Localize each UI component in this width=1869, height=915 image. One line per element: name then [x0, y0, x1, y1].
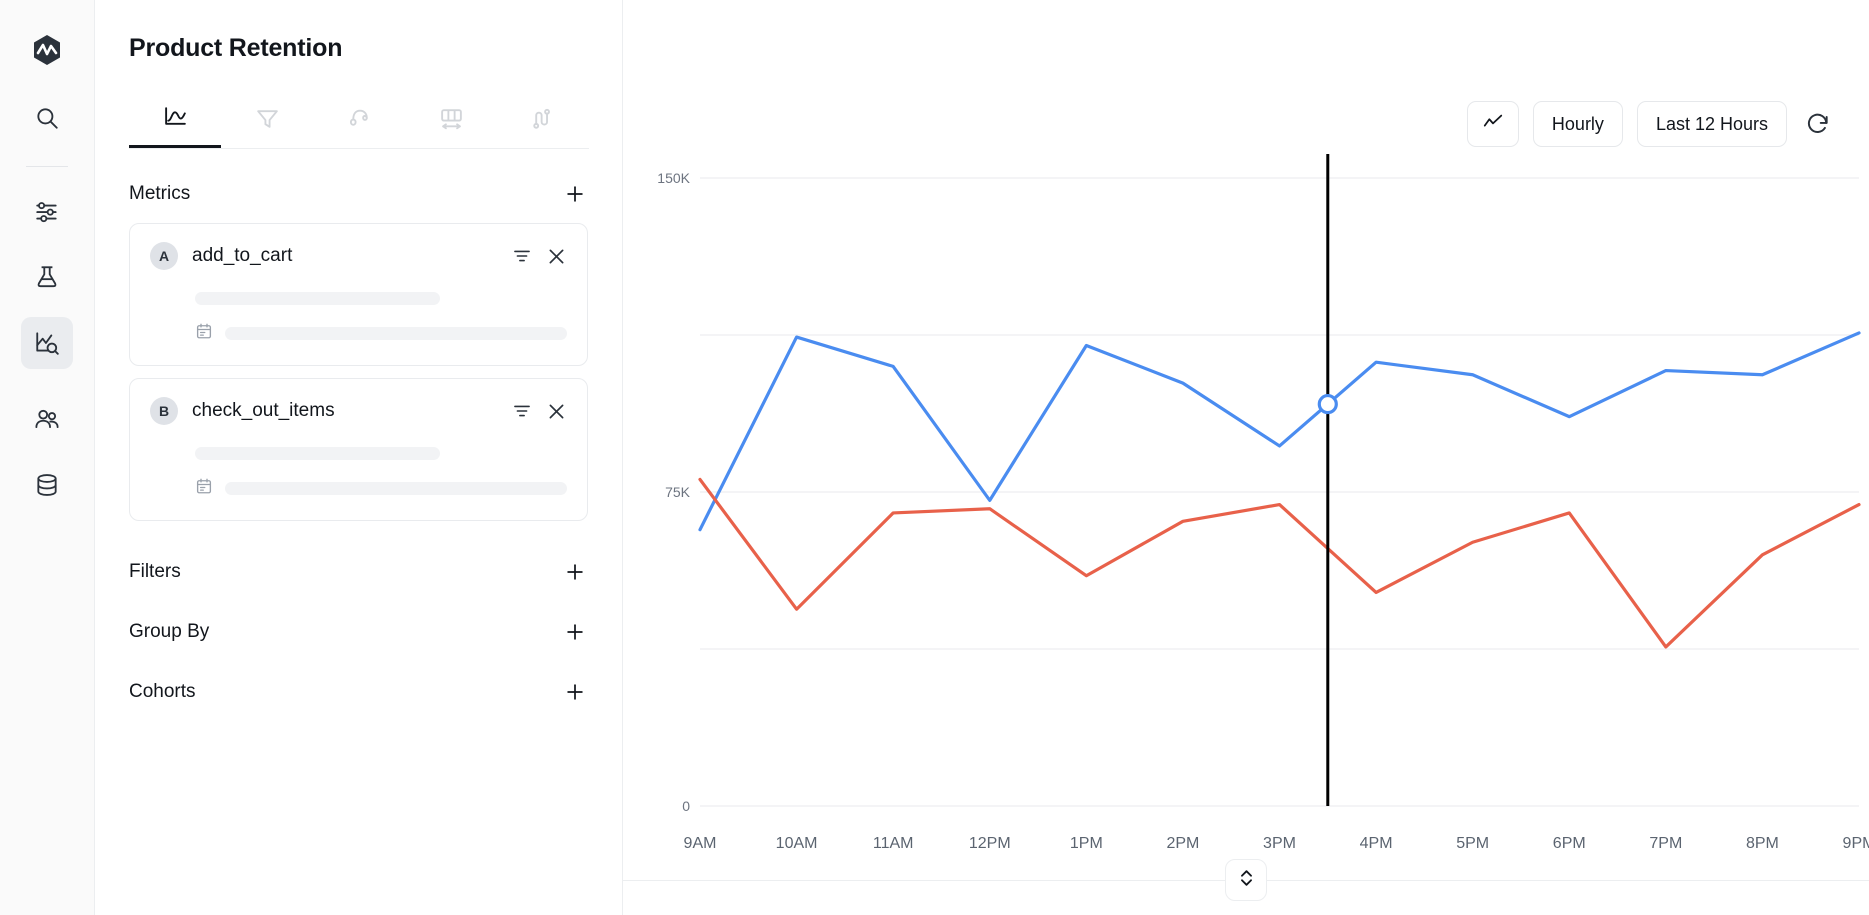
icon-rail — [0, 0, 95, 915]
tab-funnel[interactable] — [221, 93, 313, 148]
amplitude-logo-icon[interactable] — [21, 24, 73, 76]
metric-skeleton-line — [195, 447, 440, 460]
filter-icon[interactable] — [512, 246, 532, 266]
chevron-up-down-icon — [1238, 868, 1255, 893]
section-title-filters: Filters — [129, 561, 181, 582]
metric-badge: A — [150, 242, 178, 270]
columns-resize-icon — [439, 106, 464, 136]
y-axis-tick-label: 75K — [665, 484, 691, 500]
metric-name: check_out_items — [192, 400, 335, 421]
x-axis-tick-label: 6PM — [1553, 835, 1586, 852]
tab-bar — [129, 93, 589, 149]
x-axis-tick-label: 4PM — [1360, 835, 1393, 852]
add-filter-button[interactable] — [562, 559, 588, 585]
journey-path-icon — [531, 106, 556, 136]
metric-row: B check_out_items — [150, 397, 567, 425]
left-config-panel: Product Retention Metrics A add_to_cart … — [95, 0, 623, 915]
x-axis-tick-label: 8PM — [1746, 835, 1779, 852]
rail-divider — [26, 166, 68, 167]
funnel-icon — [255, 106, 280, 136]
tab-table[interactable] — [405, 93, 497, 148]
sidebar-item-users[interactable] — [21, 393, 73, 445]
close-icon[interactable] — [546, 246, 567, 267]
magnet-icon — [347, 106, 372, 136]
add-metric-button[interactable] — [562, 181, 588, 207]
metric-skeleton-date — [225, 482, 567, 495]
sidebar-item-search[interactable] — [21, 92, 73, 144]
x-axis-tick-label: 3PM — [1263, 835, 1296, 852]
add-cohort-button[interactable] — [562, 679, 588, 705]
sidebar-item-experiment[interactable] — [21, 251, 73, 303]
series-line-check_out_items — [698, 477, 1861, 649]
metric-card-a[interactable]: A add_to_cart — [129, 223, 588, 366]
y-axis-tick-label: 0 — [682, 798, 690, 814]
tab-chart[interactable] — [129, 93, 221, 148]
series-line-add_to_cart — [698, 331, 1861, 532]
x-axis-tick-label: 5PM — [1456, 835, 1489, 852]
y-axis-tick-label: 150K — [657, 170, 690, 186]
section-groupby-header: Group By — [95, 615, 622, 649]
calendar-icon — [195, 477, 213, 500]
x-axis-tick-label: 7PM — [1649, 835, 1682, 852]
section-title-metrics: Metrics — [129, 183, 191, 204]
x-axis-tick-label: 1PM — [1070, 835, 1103, 852]
metric-card-b[interactable]: B check_out_items — [129, 378, 588, 521]
app-root: Product Retention Metrics A add_to_cart … — [0, 0, 1869, 915]
x-axis-tick-label: 12PM — [969, 835, 1011, 852]
calendar-icon — [195, 322, 213, 345]
section-title-group-by: Group By — [129, 621, 210, 642]
x-axis-tick-label: 11AM — [873, 835, 914, 852]
x-axis-tick-label: 10AM — [776, 835, 818, 852]
sidebar-item-analysis[interactable] — [21, 317, 73, 369]
crosshair-marker[interactable] — [1317, 393, 1338, 415]
tab-pathfinder[interactable] — [497, 93, 589, 148]
metric-skeleton-date — [225, 327, 567, 340]
page-title: Product Retention — [129, 34, 343, 62]
x-axis-tick-label: 9AM — [684, 835, 717, 852]
x-axis-tick-label: 2PM — [1166, 835, 1199, 852]
section-metrics-header: Metrics — [95, 177, 622, 211]
chart-area: Hourly Last 12 Hours 150K 75K 0 9AM 10AM 11AM… — [623, 0, 1869, 915]
section-title-cohorts: Cohorts — [129, 681, 196, 702]
panel-resize-handle[interactable] — [1225, 859, 1267, 901]
metric-date-row — [195, 477, 567, 500]
metric-skeleton-line — [195, 292, 440, 305]
filter-icon[interactable] — [512, 401, 532, 421]
close-icon[interactable] — [546, 401, 567, 422]
add-group-by-button[interactable] — [562, 619, 588, 645]
metric-row: A add_to_cart — [150, 242, 567, 270]
metric-name: add_to_cart — [192, 245, 293, 266]
tab-retention[interactable] — [313, 93, 405, 148]
section-filters-header: Filters — [95, 555, 622, 589]
x-axis-tick-label: 9PM — [1843, 835, 1869, 852]
metric-badge: B — [150, 397, 178, 425]
metric-date-row — [195, 322, 567, 345]
sidebar-item-sliders[interactable] — [21, 185, 73, 237]
line-chart-icon — [163, 104, 188, 134]
section-cohorts-header: Cohorts — [95, 675, 622, 709]
sidebar-item-data[interactable] — [21, 459, 73, 511]
chart-plot[interactable]: 150K 75K 0 9AM 10AM 11AM 12PM 1PM 2PM 3PM 4PM 5PM 6P… — [623, 0, 1869, 915]
